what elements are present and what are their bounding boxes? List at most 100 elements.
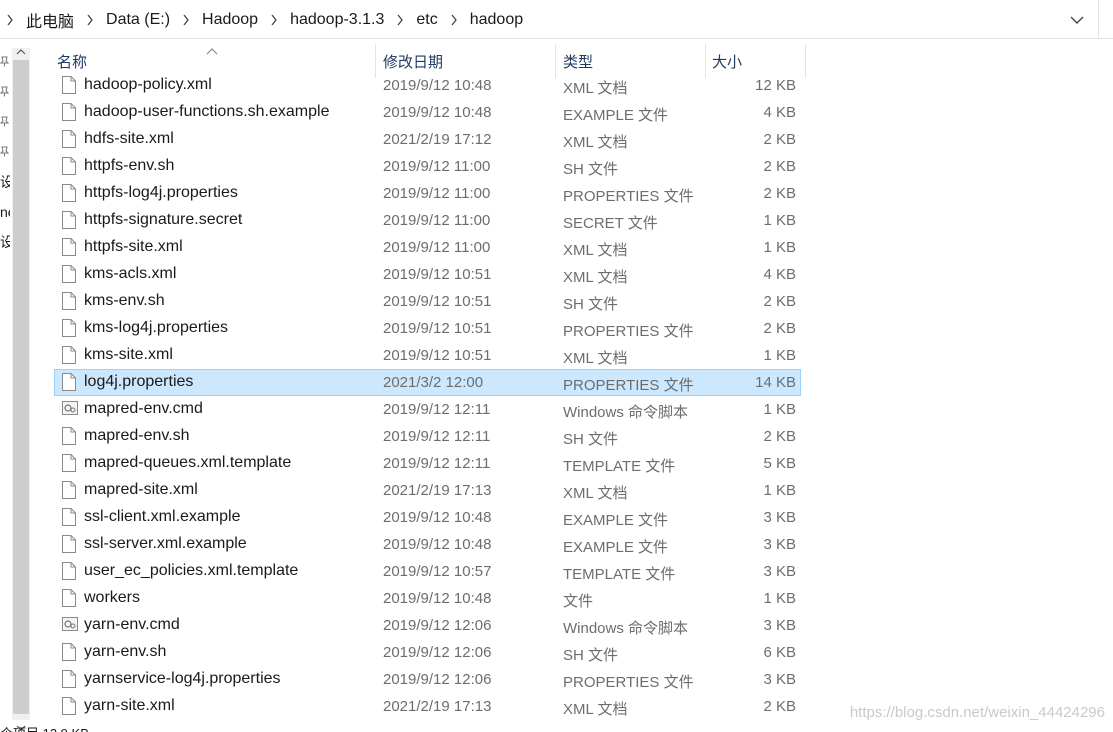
- file-modified-date: 2021/2/19 17:13: [383, 482, 492, 499]
- file-name: yarn-env.cmd: [84, 616, 180, 633]
- status-bar: 个项目 13.9 KB: [0, 722, 1113, 732]
- file-row[interactable]: mapred-queues.xml.template 2019/9/12 12:1…: [54, 450, 801, 477]
- file-name: workers: [84, 589, 141, 606]
- file-size: 5 KB: [763, 455, 796, 472]
- address-bar[interactable]: 此电脑 Data (E:) Hadoop hadoop-3.1.3 etc ha…: [0, 0, 1113, 39]
- file-size: 2 KB: [763, 698, 796, 715]
- breadcrumb-item[interactable]: etc: [410, 11, 443, 29]
- document-icon: [62, 103, 76, 121]
- file-row[interactable]: httpfs-signature.secret 2019/9/12 11:00 SE…: [54, 207, 801, 234]
- file-row[interactable]: log4j.properties 2021/3/2 12:00 PROPERTIES…: [54, 369, 801, 396]
- chevron-down-icon[interactable]: [1067, 10, 1087, 30]
- file-type: XML 文档: [563, 485, 628, 502]
- breadcrumb-item[interactable]: Data (E:): [100, 11, 176, 29]
- file-size: 1 KB: [763, 212, 796, 229]
- file-row[interactable]: yarnservice-log4j.properties 2019/9/12 12…: [54, 666, 801, 693]
- file-name: mapred-queues.xml.template: [84, 454, 292, 471]
- scroll-up-icon[interactable]: [12, 46, 30, 58]
- file-modified-date: 2021/2/19 17:13: [383, 698, 492, 715]
- file-name: kms-env.sh: [84, 292, 165, 309]
- file-row[interactable]: httpfs-site.xml 2019/9/12 11:00 XML 文档 1 KB: [54, 234, 801, 261]
- document-icon: [62, 481, 76, 499]
- file-size: 3 KB: [763, 563, 796, 580]
- file-modified-date: 2019/9/12 12:06: [383, 644, 492, 661]
- document-icon: [62, 427, 76, 445]
- breadcrumb-item[interactable]: hadoop: [464, 11, 529, 29]
- chevron-right-icon[interactable]: [176, 14, 196, 26]
- breadcrumb-item[interactable]: hadoop-3.1.3: [284, 11, 390, 29]
- nav-scrollbar[interactable]: [12, 46, 30, 731]
- file-row[interactable]: yarn-env.cmd 2019/9/12 12:06 Windows 命令脚本 3…: [54, 612, 801, 639]
- chevron-right-icon[interactable]: [444, 14, 464, 26]
- file-name: httpfs-log4j.properties: [84, 184, 238, 201]
- file-type: XML 文档: [563, 350, 628, 367]
- file-name: httpfs-env.sh: [84, 157, 175, 174]
- document-icon: [62, 508, 76, 526]
- nav-item-label[interactable]: 设: [0, 232, 10, 252]
- file-row[interactable]: yarn-env.sh 2019/9/12 12:06 SH 文件 6 KB: [54, 639, 801, 666]
- pin-icon: [0, 116, 10, 128]
- file-size: 1 KB: [763, 590, 796, 607]
- file-modified-date: 2019/9/12 10:51: [383, 266, 492, 283]
- watermark: https://blog.csdn.net/weixin_44424296: [849, 704, 1105, 721]
- file-size: 2 KB: [763, 320, 796, 337]
- file-row[interactable]: hadoop-user-functions.sh.example 2019/9/1…: [54, 99, 801, 126]
- file-type: XML 文档: [563, 80, 628, 97]
- nav-item-label[interactable]: ne: [0, 204, 10, 220]
- file-type: EXAMPLE 文件: [563, 512, 669, 529]
- chevron-right-icon[interactable]: [0, 14, 20, 26]
- file-row[interactable]: mapred-env.sh 2019/9/12 12:11 SH 文件 2 KB: [54, 423, 801, 450]
- document-icon: [62, 535, 76, 553]
- file-row[interactable]: mapred-env.cmd 2019/9/12 12:11 Windows 命令脚…: [54, 396, 801, 423]
- chevron-right-icon[interactable]: [390, 14, 410, 26]
- file-type: EXAMPLE 文件: [563, 539, 669, 556]
- document-icon: [62, 265, 76, 283]
- file-size: 1 KB: [763, 239, 796, 256]
- document-icon: [62, 319, 76, 337]
- cmd-script-icon: [62, 400, 78, 418]
- file-name: yarnservice-log4j.properties: [84, 670, 281, 687]
- breadcrumb-item[interactable]: Hadoop: [196, 11, 264, 29]
- chevron-right-icon[interactable]: [80, 14, 100, 26]
- file-modified-date: 2019/9/12 12:06: [383, 617, 492, 634]
- file-type: SH 文件: [563, 296, 619, 313]
- file-row[interactable]: hdfs-site.xml 2021/2/19 17:12 XML 文档 2 KB: [54, 126, 801, 153]
- file-modified-date: 2019/9/12 10:48: [383, 536, 492, 553]
- file-row[interactable]: kms-log4j.properties 2019/9/12 10:51 PROPE…: [54, 315, 801, 342]
- file-name: mapred-site.xml: [84, 481, 198, 498]
- file-row[interactable]: workers 2019/9/12 10:48 文件 1 KB: [54, 585, 801, 612]
- file-row[interactable]: ssl-server.xml.example 2019/9/12 10:48 EXA…: [54, 531, 801, 558]
- file-row[interactable]: ssl-client.xml.example 2019/9/12 10:48 EXA…: [54, 504, 801, 531]
- file-row[interactable]: mapred-site.xml 2021/2/19 17:13 XML 文档 1 KB: [54, 477, 801, 504]
- file-row[interactable]: user_ec_policies.xml.template 2019/9/12 1…: [54, 558, 801, 585]
- file-size: 14 KB: [755, 374, 796, 391]
- file-type: XML 文档: [563, 701, 628, 718]
- pin-icon: [0, 86, 10, 98]
- file-type: TEMPLATE 文件: [563, 566, 676, 583]
- status-text: 个项目 13.9 KB: [0, 723, 89, 732]
- chevron-right-icon[interactable]: [264, 14, 284, 26]
- file-row[interactable]: httpfs-log4j.properties 2019/9/12 11:00 PR…: [54, 180, 801, 207]
- scrollbar-thumb[interactable]: [13, 60, 29, 714]
- file-type: PROPERTIES 文件: [563, 188, 694, 205]
- breadcrumb-item[interactable]: 此电脑: [20, 8, 80, 32]
- file-modified-date: 2021/3/2 12:00: [383, 374, 484, 391]
- document-icon: [62, 562, 76, 580]
- file-row[interactable]: kms-env.sh 2019/9/12 10:51 SH 文件 2 KB: [54, 288, 801, 315]
- file-name: hadoop-policy.xml: [84, 76, 212, 93]
- file-name: log4j.properties: [84, 373, 194, 390]
- file-row[interactable]: yarn-site.xml 2021/2/19 17:13 XML 文档 2 KB: [54, 693, 801, 720]
- file-size: 6 KB: [763, 644, 796, 661]
- file-row[interactable]: kms-site.xml 2019/9/12 10:51 XML 文档 1 KB: [54, 342, 801, 369]
- file-modified-date: 2019/9/12 12:06: [383, 671, 492, 688]
- file-row[interactable]: httpfs-env.sh 2019/9/12 11:00 SH 文件 2 KB: [54, 153, 801, 180]
- nav-item-label[interactable]: 设: [0, 172, 10, 192]
- file-type: PROPERTIES 文件: [563, 377, 694, 394]
- cmd-script-icon: [62, 616, 78, 634]
- document-icon: [62, 346, 76, 364]
- file-modified-date: 2019/9/12 12:11: [383, 428, 491, 445]
- file-type: XML 文档: [563, 134, 628, 151]
- file-type: XML 文档: [563, 269, 628, 286]
- file-row[interactable]: kms-acls.xml 2019/9/12 10:51 XML 文档 4 KB: [54, 261, 801, 288]
- file-row[interactable]: hadoop-policy.xml 2019/9/12 10:48 XML 文档 12…: [54, 72, 801, 99]
